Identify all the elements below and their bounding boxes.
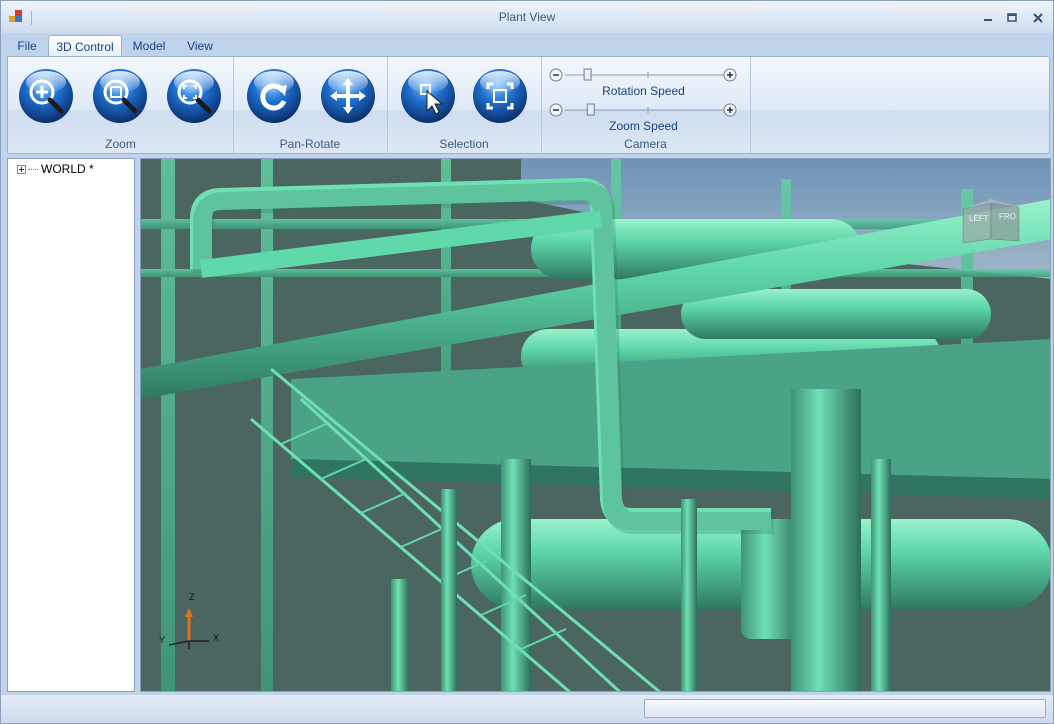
rotate-icon[interactable]	[245, 67, 303, 125]
ribbon-tabs: File 3D Control Model View	[1, 33, 1053, 58]
3d-viewport[interactable]: LEFT FRO Z Y X	[140, 158, 1051, 692]
axis-z-label: Z	[189, 592, 195, 602]
minimize-icon[interactable]	[979, 11, 997, 25]
tree-node-world[interactable]: WORLD *	[17, 162, 94, 176]
status-bar	[1, 695, 1053, 723]
title-bar: Plant View	[1, 1, 1053, 33]
expand-icon[interactable]	[17, 164, 26, 174]
rotation-speed-label: Rotation Speed	[602, 84, 685, 98]
model-tree-panel[interactable]: WORLD *	[7, 158, 135, 692]
plant-3d-model: LEFT FRO Z Y X	[141, 159, 1050, 691]
tab-3d-control[interactable]: 3D Control	[48, 35, 122, 58]
zoom-extents-icon[interactable]	[165, 67, 223, 125]
tab-file[interactable]: File	[9, 35, 45, 57]
zoom-window-icon[interactable]	[91, 67, 149, 125]
ribbon-group-selection: Selection	[387, 57, 542, 153]
ribbon-group-zoom: Zoom	[8, 57, 234, 153]
ribbon-group-label: Pan-Rotate	[279, 137, 341, 151]
status-progress-panel	[644, 699, 1046, 718]
viewcube-front-label[interactable]: FRO	[999, 212, 1016, 221]
window-title: Plant View	[498, 10, 556, 24]
viewcube-left-label[interactable]: LEFT	[969, 214, 989, 223]
ribbon-group-camera: Rotation Speed Zoom Speed Camera	[541, 57, 751, 153]
pan-icon[interactable]	[319, 67, 377, 125]
tree-node-label: WORLD *	[41, 162, 94, 176]
select-pointer-icon[interactable]	[399, 67, 457, 125]
restore-icon[interactable]	[1003, 11, 1021, 25]
ribbon-panel: Zoom Pan-Rotate Selection Rotation Speed…	[7, 56, 1050, 154]
axis-y-label: Y	[159, 635, 165, 645]
zoom-speed-label: Zoom Speed	[609, 119, 678, 133]
axis-x-label: X	[213, 633, 219, 643]
ribbon-group-pan-rotate: Pan-Rotate	[233, 57, 388, 153]
ribbon-group-label: Selection	[439, 137, 489, 151]
tab-model[interactable]: Model	[125, 35, 173, 57]
tab-view[interactable]: View	[179, 35, 221, 57]
select-box-icon[interactable]	[471, 67, 529, 125]
close-icon[interactable]	[1029, 11, 1047, 25]
ribbon-group-label: Camera	[624, 137, 667, 151]
rotation-speed-slider[interactable]	[549, 67, 739, 83]
zoom-speed-slider[interactable]	[549, 102, 739, 118]
ribbon-group-label: Zoom	[105, 137, 136, 151]
zoom-in-icon[interactable]	[17, 67, 75, 125]
tree-connector	[28, 168, 38, 170]
app-window: Plant View File 3D Control Model View Zo…	[0, 0, 1054, 724]
